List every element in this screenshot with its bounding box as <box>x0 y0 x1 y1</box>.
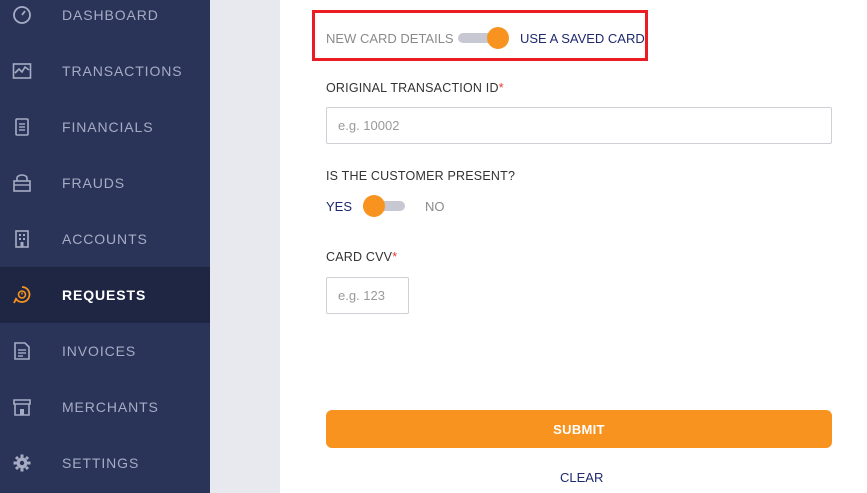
frauds-icon <box>13 174 31 192</box>
toggle-knob[interactable] <box>363 195 385 217</box>
sidebar-item-label: INVOICES <box>62 343 137 359</box>
accounts-icon <box>15 230 29 248</box>
sidebar-item-transactions[interactable]: TRANSACTIONS <box>0 43 210 99</box>
sidebar-item-label: MERCHANTS <box>62 399 159 415</box>
customer-present-toggle[interactable] <box>363 195 413 217</box>
sidebar-item-label: FRAUDS <box>62 175 125 191</box>
customer-present-yes-option[interactable]: YES <box>326 199 352 214</box>
sidebar-item-label: TRANSACTIONS <box>62 63 183 79</box>
sidebar-item-label: FINANCIALS <box>62 119 154 135</box>
financials-icon <box>15 118 29 136</box>
card-cvv-label-text: CARD CVV <box>326 250 393 264</box>
required-mark: * <box>392 250 398 264</box>
customer-present-label: IS THE CUSTOMER PRESENT? <box>326 169 516 183</box>
sidebar-item-merchants[interactable]: MERCHANTS <box>0 379 210 435</box>
dashboard-icon <box>13 6 31 24</box>
sidebar-item-label: DASHBOARD <box>62 7 159 23</box>
sidebar-item-label: SETTINGS <box>62 455 140 471</box>
card-cvv-label: CARD CVV* <box>326 250 397 264</box>
merchants-icon <box>13 399 31 416</box>
transaction-id-label-text: ORIGINAL TRANSACTION ID <box>326 81 499 95</box>
submit-button[interactable]: SUBMIT <box>326 410 832 448</box>
use-saved-card-option[interactable]: USE A SAVED CARD <box>520 31 645 46</box>
card-cvv-input[interactable] <box>326 277 409 314</box>
sidebar-item-invoices[interactable]: INVOICES <box>0 323 210 379</box>
toggle-knob[interactable] <box>487 27 509 49</box>
page-gutter <box>210 0 280 493</box>
transactions-icon <box>12 63 32 79</box>
new-card-details-option[interactable]: NEW CARD DETAILS <box>326 31 454 46</box>
sidebar-item-settings[interactable]: SETTINGS <box>0 435 210 491</box>
settings-icon <box>13 454 31 472</box>
sidebar-item-frauds[interactable]: FRAUDS <box>0 155 210 211</box>
customer-present-no-option[interactable]: NO <box>425 199 445 214</box>
sidebar-item-accounts[interactable]: ACCOUNTS <box>0 211 210 267</box>
card-source-toggle[interactable] <box>458 27 509 49</box>
sidebar-item-label: ACCOUNTS <box>62 231 148 247</box>
transaction-id-label: ORIGINAL TRANSACTION ID* <box>326 81 504 95</box>
required-mark: * <box>498 81 504 95</box>
sidebar-item-dashboard[interactable]: DASHBOARD <box>0 0 210 43</box>
sidebar: DASHBOARD TRANSACTIONS FINANCIALS FRAUDS <box>0 0 210 493</box>
clear-link[interactable]: CLEAR <box>560 470 603 485</box>
transaction-id-input[interactable] <box>326 107 832 144</box>
request-form: NEW CARD DETAILS USE A SAVED CARD ORIGIN… <box>280 0 867 493</box>
sidebar-item-label: REQUESTS <box>62 287 147 303</box>
sidebar-item-financials[interactable]: FINANCIALS <box>0 99 210 155</box>
invoices-icon <box>14 342 30 360</box>
sidebar-item-requests[interactable]: REQUESTS <box>0 267 210 323</box>
requests-icon <box>13 286 31 304</box>
